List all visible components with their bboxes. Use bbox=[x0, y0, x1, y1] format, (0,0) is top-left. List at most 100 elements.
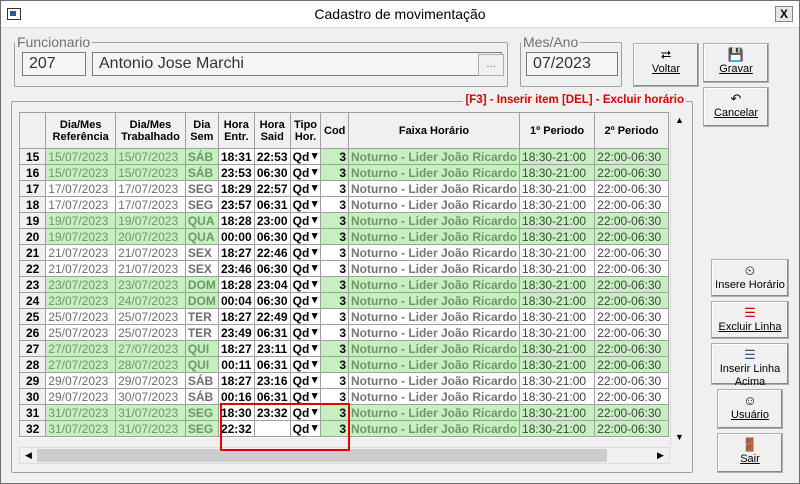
weekday-cell[interactable]: QUA bbox=[184, 228, 219, 245]
worked-date-cell[interactable]: 24/07/2023 bbox=[115, 292, 186, 309]
type-dropdown[interactable]: Qd bbox=[289, 196, 322, 213]
exit-time-cell[interactable]: 23:11 bbox=[253, 340, 291, 357]
shift-cell[interactable]: Noturno - Lider João Ricardo bbox=[347, 372, 521, 389]
code-cell[interactable]: 3 bbox=[320, 196, 349, 213]
weekday-cell[interactable]: SÁB bbox=[184, 388, 219, 405]
type-dropdown[interactable]: Qd bbox=[289, 356, 322, 373]
period1-cell[interactable]: 18:30-21:00 bbox=[519, 340, 596, 357]
worked-date-cell[interactable]: 27/07/2023 bbox=[115, 340, 186, 357]
period1-cell[interactable]: 18:30-21:00 bbox=[519, 324, 596, 341]
type-dropdown[interactable]: Qd bbox=[289, 148, 322, 165]
worked-date-cell[interactable]: 30/07/2023 bbox=[115, 388, 186, 405]
period1-cell[interactable]: 18:30-21:00 bbox=[519, 180, 596, 197]
type-dropdown[interactable]: Qd bbox=[289, 244, 322, 261]
entry-time-cell[interactable]: 18:27 bbox=[217, 372, 255, 389]
period2-cell[interactable]: 22:00-06:30 bbox=[594, 340, 669, 357]
period1-cell[interactable]: 18:30-21:00 bbox=[519, 276, 596, 293]
worked-date-cell[interactable]: 17/07/2023 bbox=[115, 180, 186, 197]
period2-cell[interactable]: 22:00-06:30 bbox=[594, 356, 669, 373]
code-cell[interactable]: 3 bbox=[320, 276, 349, 293]
ref-date-cell[interactable]: 25/07/2023 bbox=[45, 324, 117, 341]
code-cell[interactable]: 3 bbox=[320, 180, 349, 197]
close-button[interactable]: X bbox=[775, 6, 793, 22]
period1-cell[interactable]: 18:30-21:00 bbox=[519, 388, 596, 405]
worked-date-cell[interactable]: 21/07/2023 bbox=[115, 244, 186, 261]
code-cell[interactable]: 3 bbox=[320, 212, 349, 229]
table-row[interactable]: 2221/07/202321/07/2023SEX23:4606:30Qd3No… bbox=[19, 260, 669, 277]
shift-cell[interactable]: Noturno - Lider João Ricardo bbox=[347, 340, 521, 357]
period1-cell[interactable]: 18:30-21:00 bbox=[519, 244, 596, 261]
entry-time-cell[interactable]: 00:04 bbox=[217, 292, 255, 309]
weekday-cell[interactable]: QUI bbox=[184, 356, 219, 373]
type-dropdown[interactable]: Qd bbox=[289, 212, 322, 229]
exit-time-cell[interactable]: 23:04 bbox=[253, 276, 291, 293]
usuario-button[interactable]: ☺ Usuário bbox=[717, 389, 783, 429]
entry-time-cell[interactable]: 00:11 bbox=[217, 356, 255, 373]
type-dropdown[interactable]: Qd bbox=[289, 324, 322, 341]
weekday-cell[interactable]: SEG bbox=[184, 180, 219, 197]
entry-time-cell[interactable]: 18:27 bbox=[217, 244, 255, 261]
exit-time-cell[interactable]: 06:30 bbox=[253, 260, 291, 277]
type-dropdown[interactable]: Qd bbox=[289, 308, 322, 325]
cancelar-button[interactable]: ↶ Cancelar bbox=[703, 87, 769, 127]
entry-time-cell[interactable]: 18:27 bbox=[217, 340, 255, 357]
code-cell[interactable]: 3 bbox=[320, 292, 349, 309]
ref-date-cell[interactable]: 29/07/2023 bbox=[45, 372, 117, 389]
period2-cell[interactable]: 22:00-06:30 bbox=[594, 324, 669, 341]
ref-date-cell[interactable]: 29/07/2023 bbox=[45, 388, 117, 405]
ref-date-cell[interactable]: 19/07/2023 bbox=[45, 228, 117, 245]
period2-cell[interactable]: 22:00-06:30 bbox=[594, 260, 669, 277]
shift-cell[interactable]: Noturno - Lider João Ricardo bbox=[347, 212, 521, 229]
shift-cell[interactable]: Noturno - Lider João Ricardo bbox=[347, 148, 521, 165]
ref-date-cell[interactable]: 15/07/2023 bbox=[45, 164, 117, 181]
shift-cell[interactable]: Noturno - Lider João Ricardo bbox=[347, 356, 521, 373]
vertical-scrollbar[interactable]: ▲ ▼ bbox=[670, 112, 687, 446]
table-row[interactable]: 1817/07/202317/07/2023SEG23:5706:31Qd3No… bbox=[19, 196, 669, 213]
period1-cell[interactable]: 18:30-21:00 bbox=[519, 148, 596, 165]
table-row[interactable]: 1919/07/202319/07/2023QUA18:2823:00Qd3No… bbox=[19, 212, 669, 229]
entry-time-cell[interactable]: 18:29 bbox=[217, 180, 255, 197]
period2-cell[interactable]: 22:00-06:30 bbox=[594, 292, 669, 309]
code-cell[interactable]: 3 bbox=[320, 244, 349, 261]
worked-date-cell[interactable]: 25/07/2023 bbox=[115, 308, 186, 325]
shift-cell[interactable]: Noturno - Lider João Ricardo bbox=[347, 228, 521, 245]
worked-date-cell[interactable]: 25/07/2023 bbox=[115, 324, 186, 341]
exit-time-cell[interactable]: 06:31 bbox=[253, 196, 291, 213]
worked-date-cell[interactable]: 28/07/2023 bbox=[115, 356, 186, 373]
period1-cell[interactable]: 18:30-21:00 bbox=[519, 212, 596, 229]
month-year-field[interactable]: 07/2023 bbox=[526, 52, 618, 76]
type-dropdown[interactable]: Qd bbox=[289, 372, 322, 389]
gravar-button[interactable]: 💾 Gravar bbox=[703, 43, 769, 83]
type-dropdown[interactable]: Qd bbox=[289, 180, 322, 197]
shift-cell[interactable]: Noturno - Lider João Ricardo bbox=[347, 180, 521, 197]
col-header[interactable]: 1º Periodo bbox=[519, 112, 596, 149]
code-cell[interactable]: 3 bbox=[320, 324, 349, 341]
col-header[interactable]: Faixa Horário bbox=[347, 112, 521, 149]
ref-date-cell[interactable]: 21/07/2023 bbox=[45, 260, 117, 277]
shift-cell[interactable]: Noturno - Lider João Ricardo bbox=[347, 324, 521, 341]
period1-cell[interactable]: 18:30-21:00 bbox=[519, 260, 596, 277]
code-cell[interactable]: 3 bbox=[320, 372, 349, 389]
worked-date-cell[interactable]: 19/07/2023 bbox=[115, 212, 186, 229]
period1-cell[interactable]: 18:30-21:00 bbox=[519, 196, 596, 213]
period1-cell[interactable]: 18:30-21:00 bbox=[519, 372, 596, 389]
table-row[interactable]: 2121/07/202321/07/2023SEX18:2722:46Qd3No… bbox=[19, 244, 669, 261]
inserir-linha-acima-button[interactable]: ☰ Inserir Linha Acima bbox=[711, 343, 789, 388]
table-row[interactable]: 1615/07/202315/07/2023SÁB23:5306:30Qd3No… bbox=[19, 164, 669, 181]
period1-cell[interactable]: 18:30-21:00 bbox=[519, 420, 596, 437]
weekday-cell[interactable]: SEX bbox=[184, 244, 219, 261]
entry-time-cell[interactable]: 23:53 bbox=[217, 164, 255, 181]
exit-time-cell[interactable]: 06:30 bbox=[253, 228, 291, 245]
entry-time-cell[interactable]: 18:31 bbox=[217, 148, 255, 165]
code-cell[interactable]: 3 bbox=[320, 308, 349, 325]
exit-time-cell[interactable]: 23:00 bbox=[253, 212, 291, 229]
employee-lookup-button[interactable]: ... bbox=[478, 54, 504, 76]
weekday-cell[interactable]: SÁB bbox=[184, 164, 219, 181]
weekday-cell[interactable]: TER bbox=[184, 324, 219, 341]
worked-date-cell[interactable]: 31/07/2023 bbox=[115, 420, 186, 437]
period2-cell[interactable]: 22:00-06:30 bbox=[594, 148, 669, 165]
period2-cell[interactable]: 22:00-06:30 bbox=[594, 372, 669, 389]
table-row[interactable]: 2929/07/202329/07/2023SÁB18:2723:16Qd3No… bbox=[19, 372, 669, 389]
shift-cell[interactable]: Noturno - Lider João Ricardo bbox=[347, 276, 521, 293]
entry-time-cell[interactable]: 00:00 bbox=[217, 228, 255, 245]
